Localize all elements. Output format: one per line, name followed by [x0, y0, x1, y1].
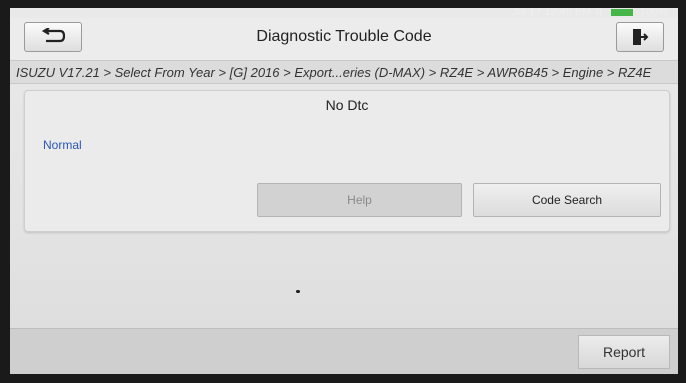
dtc-heading: No Dtc [325, 97, 369, 113]
exit-button[interactable] [616, 22, 664, 52]
screen-speck [296, 290, 300, 293]
back-arrow-icon [41, 28, 66, 43]
exit-door-icon [633, 29, 649, 45]
page-title: Diagnostic Trouble Code [256, 28, 432, 45]
device-screen: Jul 17 12:49 PM ⇅ 100% Diagnostic Troubl… [10, 8, 678, 374]
help-button[interactable]: Help [257, 183, 462, 217]
battery-icon [610, 8, 633, 16]
code-search-button[interactable]: Code Search [473, 183, 661, 217]
title-bar: Diagnostic Trouble Code [10, 18, 678, 60]
status-text: Jul 17 12:49 PM ⇅ [511, 8, 604, 18]
system-status: Normal [43, 138, 82, 152]
bottom-toolbar: Report [10, 328, 678, 374]
status-bar: Jul 17 12:49 PM ⇅ 100% [428, 8, 678, 18]
back-button[interactable] [24, 22, 82, 52]
report-button[interactable]: Report [578, 335, 670, 369]
dtc-panel: No Dtc Normal Help Code Search [24, 90, 670, 232]
battery-level: 100% [639, 8, 668, 18]
breadcrumb: ISUZU V17.21 > Select From Year > [G] 20… [10, 60, 678, 84]
